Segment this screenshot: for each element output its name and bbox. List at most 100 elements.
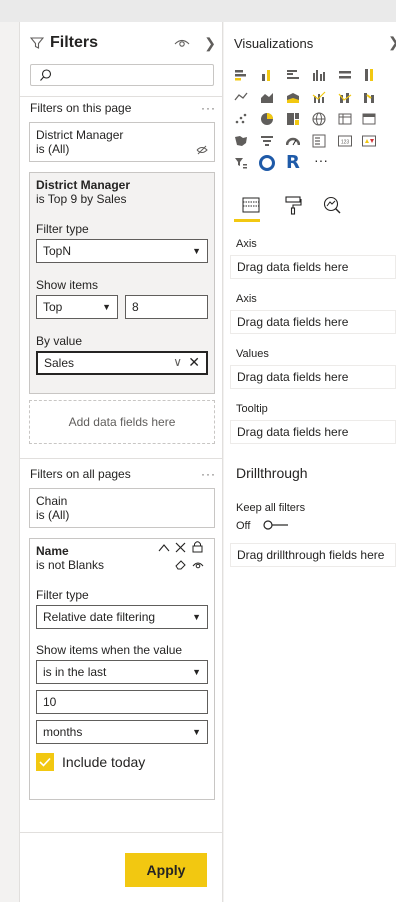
well-label: Values xyxy=(236,348,269,360)
more-visuals-icon[interactable]: ··· xyxy=(314,152,328,168)
arcgis-map-icon[interactable] xyxy=(258,154,276,172)
filters-on-this-page-header: Filters on this page ··· xyxy=(30,100,216,116)
top-strip xyxy=(0,0,396,22)
show-items-direction-dropdown[interactable]: Top ▼ xyxy=(36,295,118,319)
stacked-area-icon[interactable] xyxy=(286,90,300,104)
remove-field-icon[interactable]: ✕ xyxy=(188,354,200,371)
filters-header: Filters ❯ xyxy=(30,32,216,54)
keep-all-filters-label: Keep all filters xyxy=(236,502,306,514)
operator-dropdown[interactable]: is in the last ▼ xyxy=(36,660,208,684)
input-value: 8 xyxy=(132,300,139,314)
dropdown-arrow-icon: ▼ xyxy=(192,612,201,622)
100-stacked-bar-icon[interactable] xyxy=(338,68,352,82)
fields-tab-icon[interactable] xyxy=(242,196,260,214)
eye-icon[interactable] xyxy=(174,37,190,49)
section-title: Filters on this page xyxy=(30,101,132,115)
clustered-column-icon[interactable] xyxy=(312,68,326,82)
eraser-icon[interactable] xyxy=(175,559,187,570)
area-chart-icon[interactable] xyxy=(260,90,274,104)
filters-pane: Filters ❯ Filters on this page ··· Distr… xyxy=(19,22,223,902)
pie-chart-icon[interactable] xyxy=(260,112,274,126)
multi-row-card-icon[interactable] xyxy=(312,134,326,148)
show-items-count-input[interactable]: 8 xyxy=(125,295,208,319)
toggle-state-label: Off xyxy=(236,520,251,532)
filled-map-icon[interactable] xyxy=(234,134,248,148)
amount-input[interactable]: 10 xyxy=(36,690,208,714)
filter-type-dropdown[interactable]: Relative date filtering ▼ xyxy=(36,605,208,629)
filter-type-dropdown[interactable]: TopN ▼ xyxy=(36,239,208,263)
add-data-fields-dropzone[interactable]: Add data fields here xyxy=(29,400,215,444)
stacked-bar-icon[interactable] xyxy=(234,68,248,82)
line-stacked-column-icon[interactable] xyxy=(338,90,352,104)
line-chart-icon[interactable] xyxy=(234,90,248,104)
scatter-chart-icon[interactable] xyxy=(234,112,248,126)
axis-field-well[interactable]: Drag data fields here xyxy=(230,310,396,334)
visualizations-pane: Visualizations ❯ 123 R ··· xyxy=(224,22,396,902)
axis-field-well[interactable]: Drag data fields here xyxy=(230,255,396,279)
dropdown-arrow-icon: ▼ xyxy=(192,727,201,737)
r-script-visual-icon[interactable]: R xyxy=(286,152,300,173)
eye-icon[interactable] xyxy=(192,560,204,569)
filter-card-topn[interactable]: District Manager is Top 9 by Sales Filte… xyxy=(29,172,215,394)
collapse-chevron-icon[interactable]: ❯ xyxy=(388,34,396,51)
by-value-field-well[interactable]: Sales ∨ ✕ xyxy=(36,351,208,375)
gauge-icon[interactable] xyxy=(286,134,300,148)
unit-dropdown[interactable]: months ▼ xyxy=(36,720,208,744)
dropdown-value: is in the last xyxy=(43,665,107,679)
active-tab-indicator xyxy=(234,219,260,222)
dropdown-arrow-icon: ▼ xyxy=(192,667,201,677)
divider xyxy=(20,96,223,97)
filter-type-label: Filter type xyxy=(36,222,89,236)
lock-icon[interactable] xyxy=(192,540,203,553)
treemap-icon[interactable] xyxy=(286,112,300,126)
filter-card-field: District Manager xyxy=(36,128,124,142)
filter-card-district-manager[interactable]: District Manager is (All) xyxy=(29,122,215,162)
line-column-icon[interactable] xyxy=(312,90,326,104)
by-value-label: By value xyxy=(36,334,83,348)
divider xyxy=(20,458,223,459)
well-label: Tooltip xyxy=(236,403,268,415)
ribbon-chart-icon[interactable] xyxy=(362,90,376,104)
clustered-bar-icon[interactable] xyxy=(286,68,300,82)
divider xyxy=(20,832,223,833)
apply-button[interactable]: Apply xyxy=(125,853,207,887)
show-items-label: Show items xyxy=(36,278,99,292)
search-icon xyxy=(40,69,52,81)
stacked-column-icon[interactable] xyxy=(260,68,274,82)
show-items-label: Show items when the value xyxy=(36,643,183,657)
search-input[interactable] xyxy=(30,64,214,86)
kpi-icon[interactable] xyxy=(362,134,376,148)
filter-card-condition: is Top 9 by Sales xyxy=(36,192,127,206)
card-icon[interactable]: 123 xyxy=(338,134,352,148)
collapse-chevron-icon[interactable]: ❯ xyxy=(204,35,216,52)
eye-hidden-icon[interactable] xyxy=(196,145,208,155)
chevron-down-icon[interactable]: ∨ xyxy=(173,355,182,369)
close-icon[interactable] xyxy=(175,542,186,553)
format-paint-roller-icon[interactable] xyxy=(284,195,302,215)
100-stacked-column-icon[interactable] xyxy=(362,68,376,82)
tooltip-field-well[interactable]: Drag data fields here xyxy=(230,420,396,444)
include-today-checkbox[interactable] xyxy=(36,753,54,771)
more-options-icon[interactable]: ··· xyxy=(201,467,216,481)
keep-filters-toggle[interactable] xyxy=(262,519,292,531)
slicer-icon[interactable] xyxy=(234,156,248,170)
analytics-magnifier-icon[interactable] xyxy=(322,195,342,215)
filter-card-condition: is (All) xyxy=(36,142,70,156)
drillthrough-title: Drillthrough xyxy=(236,465,308,481)
drillthrough-field-well[interactable]: Drag drillthrough fields here xyxy=(230,543,396,567)
dropzone-text: Add data fields here xyxy=(68,415,176,429)
well-placeholder: Drag data fields here xyxy=(237,315,349,329)
funnel-chart-icon[interactable] xyxy=(260,134,274,148)
filter-card-name[interactable]: Name is not Blanks Filter type Relative … xyxy=(29,538,215,800)
card-icon-text: 123 xyxy=(341,140,350,146)
values-field-well[interactable]: Drag data fields here xyxy=(230,365,396,389)
table-icon[interactable] xyxy=(338,112,352,126)
more-options-icon[interactable]: ··· xyxy=(201,101,216,115)
chevron-up-icon[interactable] xyxy=(158,543,170,553)
filter-card-field: District Manager xyxy=(36,178,131,192)
matrix-icon[interactable] xyxy=(362,112,376,126)
section-title: Filters on all pages xyxy=(30,467,131,481)
filter-card-chain[interactable]: Chain is (All) xyxy=(29,488,215,528)
map-globe-icon[interactable] xyxy=(312,112,326,126)
dropdown-arrow-icon: ▼ xyxy=(192,246,201,256)
